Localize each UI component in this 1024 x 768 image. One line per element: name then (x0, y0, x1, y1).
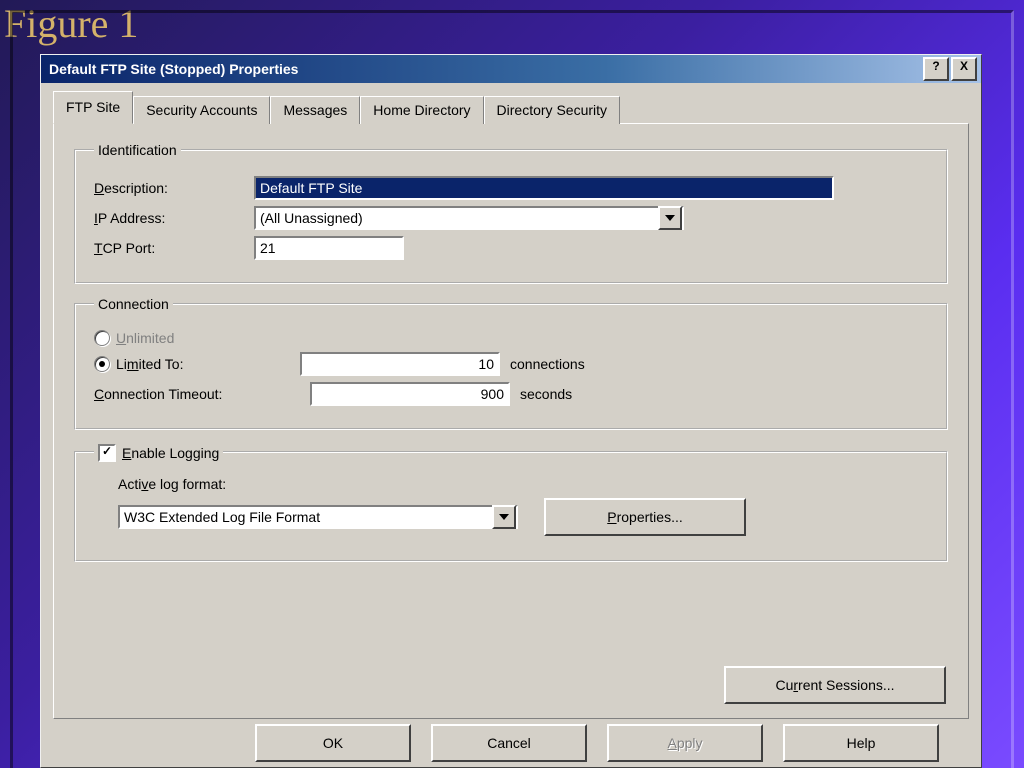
chevron-down-icon (665, 215, 675, 221)
tab-messages[interactable]: Messages (270, 96, 360, 124)
checkbox-icon: ✓ (98, 444, 116, 462)
log-format-value: W3C Extended Log File Format (124, 509, 320, 525)
max-connections-input[interactable] (300, 352, 500, 376)
radio-icon (94, 356, 110, 372)
connection-legend: Connection (94, 296, 173, 312)
unlimited-radio: Unlimited (94, 330, 174, 346)
tab-home-directory[interactable]: Home Directory (360, 96, 483, 124)
ip-address-value: (All Unassigned) (260, 210, 363, 226)
connections-suffix: connections (510, 356, 585, 372)
active-log-format-label: Active log format: (118, 476, 928, 492)
tcp-port-label: TCP Port: (94, 240, 254, 256)
apply-button[interactable]: Apply (607, 724, 763, 762)
description-input[interactable] (254, 176, 834, 200)
seconds-suffix: seconds (520, 386, 572, 402)
dropdown-button[interactable] (658, 206, 682, 230)
chevron-down-icon (499, 514, 509, 520)
titlebar: Default FTP Site (Stopped) Properties ? … (41, 55, 981, 83)
tab-ftp-site[interactable]: FTP Site (53, 91, 133, 124)
current-sessions-button[interactable]: Current Sessions... (724, 666, 946, 704)
limited-to-radio[interactable]: Limited To: (94, 356, 290, 372)
cancel-button[interactable]: Cancel (431, 724, 587, 762)
ip-address-label: IP Address: (94, 210, 254, 226)
radio-icon (94, 330, 110, 346)
enable-logging-checkbox[interactable]: ✓ Enable Logging (98, 444, 219, 462)
log-format-combo[interactable]: W3C Extended Log File Format (118, 505, 518, 529)
figure-title: Figure 1 (4, 0, 138, 47)
tab-directory-security[interactable]: Directory Security (484, 96, 620, 124)
tab-strip: FTP Site Security Accounts Messages Home… (53, 93, 969, 124)
identification-legend: Identification (94, 142, 181, 158)
logging-group: ✓ Enable Logging Active log format: W3C … (74, 442, 948, 562)
identification-group: Identification Description: IP Address: … (74, 142, 948, 284)
tab-security-accounts[interactable]: Security Accounts (133, 96, 270, 124)
dialog-button-row: OK Cancel Apply Help (53, 719, 969, 767)
context-help-button[interactable]: ? (923, 57, 949, 81)
connection-group: Connection Unlimited Limited To: (74, 296, 948, 430)
dropdown-button[interactable] (492, 505, 516, 529)
ok-button[interactable]: OK (255, 724, 411, 762)
connection-timeout-label: Connection Timeout: (94, 386, 310, 402)
tcp-port-input[interactable] (254, 236, 404, 260)
window-title: Default FTP Site (Stopped) Properties (49, 61, 298, 77)
ip-address-combo[interactable]: (All Unassigned) (254, 206, 684, 230)
connection-timeout-input[interactable] (310, 382, 510, 406)
help-button[interactable]: Help (783, 724, 939, 762)
description-label: Description: (94, 180, 254, 196)
properties-dialog: Default FTP Site (Stopped) Properties ? … (40, 54, 982, 768)
log-properties-button[interactable]: Properties... (544, 498, 746, 536)
tab-panel-ftp-site: Identification Description: IP Address: … (53, 123, 969, 719)
close-button[interactable]: X (951, 57, 977, 81)
